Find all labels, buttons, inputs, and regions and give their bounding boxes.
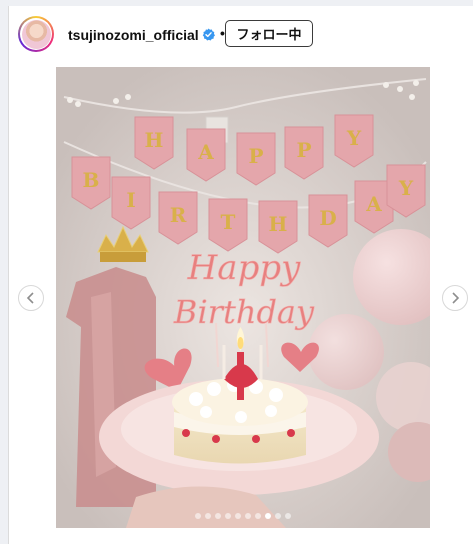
carousel-dot	[245, 513, 251, 519]
chevron-left-icon	[26, 292, 34, 304]
banner-letter: A	[197, 140, 214, 164]
carousel-dot	[205, 513, 211, 519]
banner-letter: Y	[398, 176, 414, 200]
carousel-indicator	[56, 511, 430, 521]
following-button[interactable]: フォロー中	[225, 20, 313, 47]
carousel-dot	[235, 513, 241, 519]
carousel-dot	[225, 513, 231, 519]
banner-letter: H	[269, 212, 288, 236]
chevron-right-icon	[452, 292, 460, 304]
banner-letter: P	[296, 138, 311, 162]
post-card: tsujinozomi_official • フォロー中 H A P P Y B…	[8, 6, 473, 544]
banner-letter: T	[221, 210, 236, 234]
carousel-prev-button[interactable]	[18, 285, 44, 311]
carousel-dot	[265, 513, 271, 519]
carousel-next-button[interactable]	[442, 285, 468, 311]
carousel-dot	[215, 513, 221, 519]
username[interactable]: tsujinozomi_official	[68, 27, 199, 43]
banner-letter: B	[83, 168, 100, 192]
avatar[interactable]	[18, 16, 54, 52]
banner-letter: R	[170, 203, 187, 227]
banner-letter: I	[126, 188, 135, 212]
banner-letter: A	[365, 192, 382, 216]
banner-letter: Y	[346, 126, 362, 150]
banner-letter: D	[319, 206, 336, 230]
carousel-dot	[255, 513, 261, 519]
carousel-dot	[285, 513, 291, 519]
avatar-image	[21, 19, 51, 49]
carousel-dot	[275, 513, 281, 519]
banner-letter: P	[248, 144, 263, 168]
topper-line2: Birthday	[173, 293, 315, 331]
banner-letter: H	[145, 128, 164, 152]
post-header: tsujinozomi_official • フォロー中	[9, 6, 473, 62]
verified-badge-icon	[202, 28, 215, 41]
post-photo[interactable]: HAPPY BIRTHDAY Happy Birthday	[56, 67, 430, 528]
carousel-dot	[195, 513, 201, 519]
topper-line1: Happy	[187, 248, 301, 288]
